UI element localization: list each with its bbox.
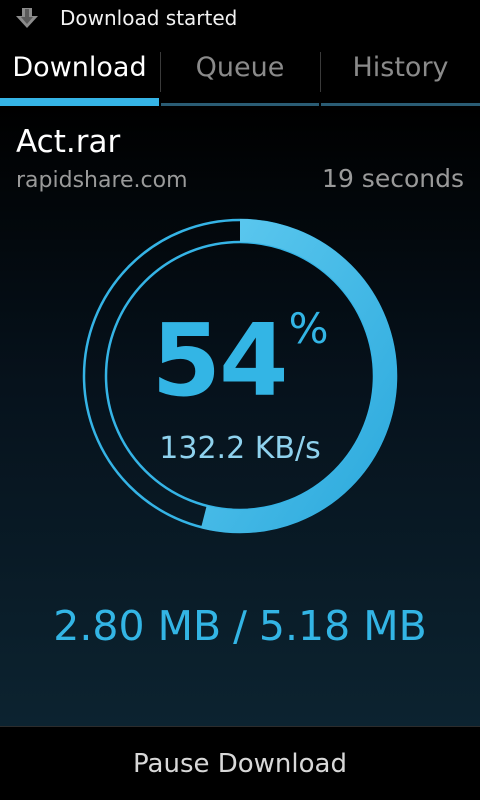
- download-speed: 132.2 KB/s: [159, 431, 321, 466]
- time-remaining: 19 seconds: [322, 164, 464, 193]
- downloaded-size: 2.80 MB: [53, 602, 222, 650]
- percent-sign: %: [288, 304, 329, 353]
- percent-readout: 54%: [80, 304, 400, 416]
- tab-history-label: History: [352, 52, 449, 83]
- total-size: 5.18 MB: [258, 602, 427, 650]
- tab-download-label: Download: [12, 52, 147, 83]
- tab-history[interactable]: History: [321, 38, 480, 106]
- size-separator: /: [233, 602, 247, 650]
- percent-value: 54: [151, 302, 288, 419]
- progress-gauge: 54% 132.2 KB/s: [80, 216, 400, 536]
- status-bar: Download started: [0, 0, 480, 38]
- bottom-action-bar: Pause Download: [0, 726, 480, 800]
- tab-queue[interactable]: Queue: [161, 38, 319, 106]
- status-notification-text: Download started: [60, 6, 238, 30]
- tab-download-indicator: [0, 98, 159, 106]
- file-name: Act.rar: [16, 124, 121, 160]
- download-screen: Download started Download Queue History …: [0, 0, 480, 800]
- size-progress: 2.80 MB/5.18 MB: [0, 602, 480, 650]
- tab-bar: Download Queue History: [0, 38, 480, 106]
- tab-queue-label: Queue: [195, 52, 285, 83]
- tab-download[interactable]: Download: [0, 38, 159, 106]
- download-arrow-icon: [14, 6, 40, 32]
- pause-download-button[interactable]: Pause Download: [0, 727, 480, 800]
- file-host: rapidshare.com: [16, 168, 188, 193]
- download-details: Act.rar rapidshare.com 19 seconds 54% 13…: [0, 106, 480, 726]
